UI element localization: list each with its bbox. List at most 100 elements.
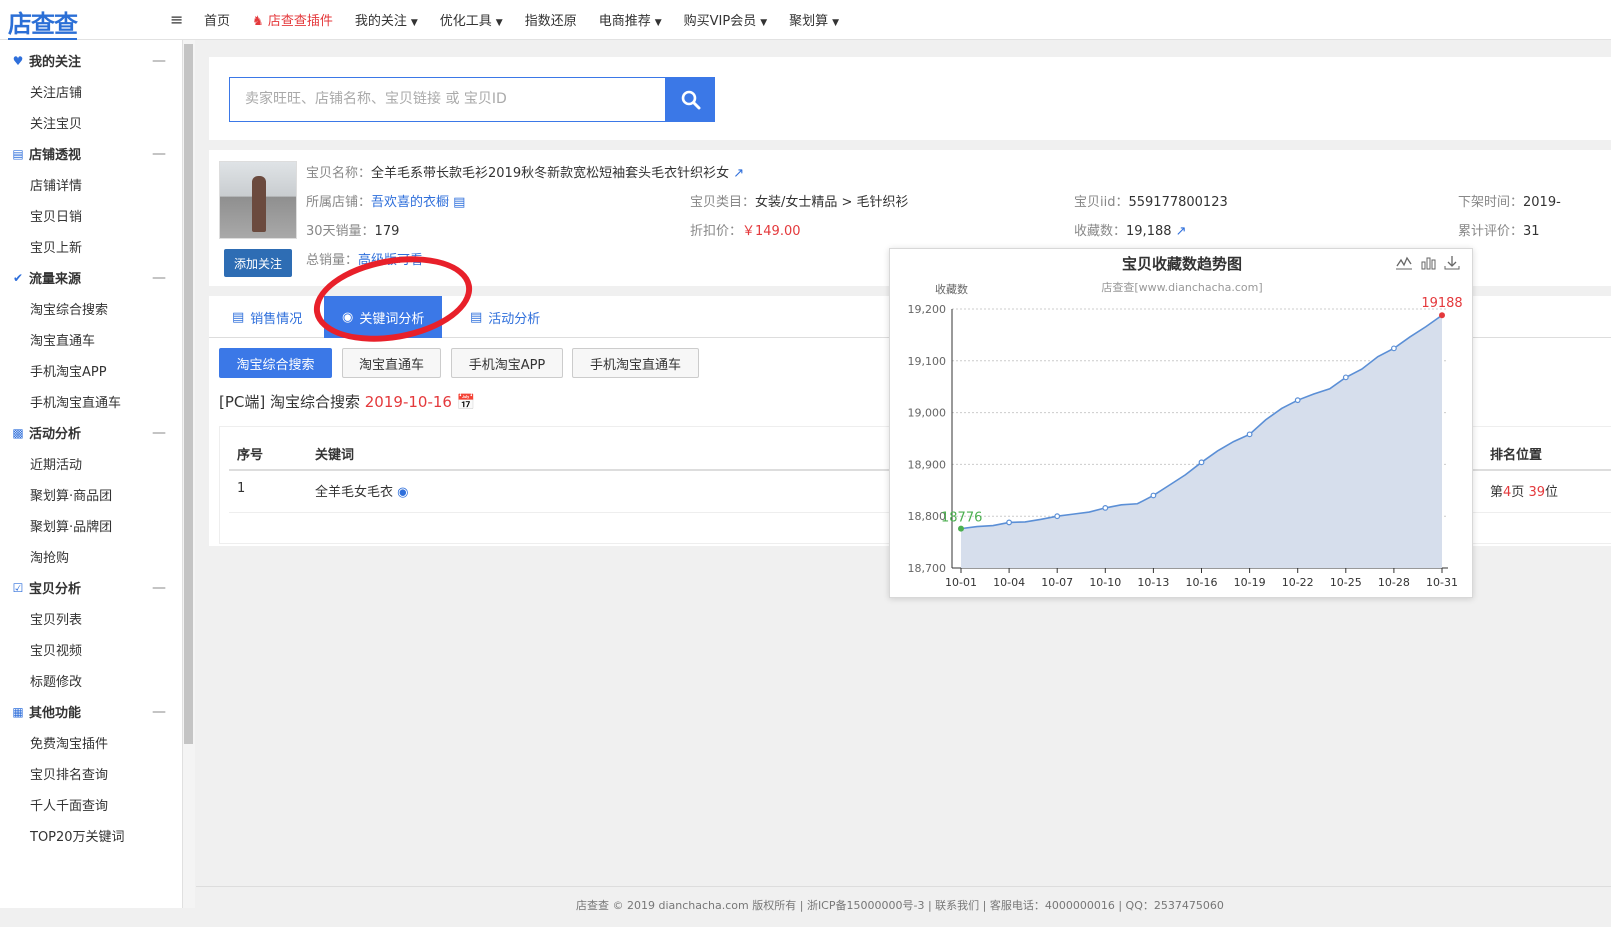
sidebar-item[interactable]: 手机淘宝APP <box>0 355 182 386</box>
sales30-value: 179 <box>374 224 400 239</box>
nav-juhuasuan[interactable]: 聚划算 ▼ <box>789 10 839 29</box>
reviews-value: 31 <box>1523 224 1540 239</box>
download-icon[interactable] <box>1444 255 1460 271</box>
sidebar-item[interactable]: 淘抢购 <box>0 541 182 572</box>
tab-sales[interactable]: ▤ 销售情况 <box>232 296 302 338</box>
collapse-icon[interactable]: — <box>152 146 166 162</box>
sales30-row: 30天销量：179 <box>306 220 399 239</box>
bar-chart-icon: ▩ <box>12 425 24 440</box>
bar-chart-icon[interactable] <box>1420 255 1436 271</box>
calendar-icon[interactable]: 📅 <box>457 393 476 411</box>
total-sales-link[interactable]: 高级版可看 <box>358 253 423 268</box>
sidebar-item[interactable]: 宝贝列表 <box>0 603 182 634</box>
sidebar-item[interactable]: 宝贝视频 <box>0 634 182 665</box>
keyword-info-icon[interactable]: ◉ <box>397 485 408 500</box>
sidebar-item[interactable]: 千人千面查询 <box>0 789 182 820</box>
col-header-rank: 排名位置 <box>1490 448 1543 463</box>
check-circle-icon: ✔ <box>12 270 24 285</box>
discount-row: 折扣价：￥149.00 <box>690 220 801 239</box>
sidebar-item[interactable]: 近期活动 <box>0 448 182 479</box>
nav-plugin[interactable]: ♞ 店查查插件 <box>252 10 333 29</box>
iid-label: 宝贝iid： <box>1074 195 1129 210</box>
sidebar-scrollbar-thumb[interactable] <box>184 44 193 744</box>
shop-icon: ▤ <box>453 195 466 210</box>
nav-optimize-label: 优化工具 <box>439 13 492 29</box>
iid-row: 宝贝iid：559177800123 <box>1074 191 1228 210</box>
sidebar-group-label: 活动分析 <box>29 427 82 442</box>
sidebar-item[interactable]: TOP20万关键词 <box>0 820 182 851</box>
max-point <box>1439 312 1445 319</box>
caret-down-icon: ▼ <box>495 17 503 28</box>
sidebar-group-other[interactable]: ▦ 其他功能 — <box>0 696 182 727</box>
nav-ecommerce[interactable]: 电商推荐 ▼ <box>599 10 662 29</box>
tab-activity[interactable]: ▤ 活动分析 <box>470 296 540 338</box>
sidebar-item[interactable]: 关注店铺 <box>0 76 182 107</box>
shop-link[interactable]: 吾欢喜的衣橱 <box>371 195 449 210</box>
collapse-icon[interactable]: — <box>152 53 166 69</box>
subtab-taobao-search[interactable]: 淘宝综合搜索 <box>219 348 332 378</box>
sidebar-item[interactable]: 淘宝综合搜索 <box>0 293 182 324</box>
subtab-mobile-ztc[interactable]: 手机淘宝直通车 <box>572 348 699 378</box>
tab-keyword-analysis[interactable]: ◉ 关键词分析 <box>324 296 443 338</box>
nav-my-follow-label: 我的关注 <box>354 13 407 29</box>
nav-home[interactable]: 首页 <box>204 10 230 29</box>
chart-ylabel: 收藏数 <box>935 283 968 296</box>
sidebar-group-item-analysis[interactable]: ☑ 宝贝分析 — <box>0 572 182 603</box>
line-chart-icon[interactable] <box>1396 255 1412 271</box>
total-sales-label: 总销量： <box>306 253 359 268</box>
x-tick-label: 10-16 <box>1186 576 1218 589</box>
sidebar-group-my-follow[interactable]: ♥ 我的关注 — <box>0 45 182 76</box>
section-title: [PC端] 淘宝综合搜索 2019-10-16 📅 <box>219 391 475 412</box>
sidebar-item[interactable]: 宝贝上新 <box>0 231 182 262</box>
sidebar-item[interactable]: 宝贝日销 <box>0 200 182 231</box>
trend-chart-icon[interactable]: ↗ <box>1176 224 1187 239</box>
nav-index[interactable]: 指数还原 <box>525 10 577 29</box>
sidebar-group-label: 流量来源 <box>29 272 82 287</box>
sidebar-group-traffic[interactable]: ✔ 流量来源 — <box>0 262 182 293</box>
collapse-icon[interactable]: — <box>152 580 166 596</box>
sidebar-item[interactable]: 标题修改 <box>0 665 182 696</box>
x-tick-label: 10-07 <box>1041 576 1073 589</box>
tab-sales-label: 销售情况 <box>250 311 303 327</box>
top-navbar: 店查查 ≡ 首页 ♞ 店查查插件 我的关注 ▼ 优化工具 ▼ 指数还原 电商推荐 ▼ … <box>0 0 1611 41</box>
sidebar-item[interactable]: 聚划算·商品团 <box>0 479 182 510</box>
series-area <box>961 315 1442 568</box>
sidebar-group-shop[interactable]: ▤ 店铺透视 — <box>0 138 182 169</box>
subtab-taobao-ztc[interactable]: 淘宝直通车 <box>342 348 441 378</box>
sidebar-item[interactable]: 手机淘宝直通车 <box>0 386 182 417</box>
cell-keyword: 全羊毛女毛衣 ◉ <box>315 481 409 500</box>
collapse-icon[interactable]: — <box>152 270 166 286</box>
external-link-icon[interactable]: ↗ <box>733 166 744 181</box>
sidebar-group-activity[interactable]: ▩ 活动分析 — <box>0 417 182 448</box>
subtab-mobile-app[interactable]: 手机淘宝APP <box>451 348 563 378</box>
y-tick-label: 18,900 <box>908 458 947 471</box>
add-follow-button[interactable]: 添加关注 <box>224 249 292 277</box>
sidebar-group-label: 其他功能 <box>29 706 82 721</box>
product-thumbnail[interactable] <box>219 161 297 239</box>
discount-price: ￥149.00 <box>742 224 801 239</box>
x-tick-label: 10-19 <box>1234 576 1266 589</box>
category-label: 宝贝类目： <box>690 195 756 210</box>
site-logo[interactable]: 店查查 <box>8 4 78 41</box>
sidebar-item[interactable]: 关注宝贝 <box>0 107 182 138</box>
nav-ecommerce-label: 电商推荐 <box>598 13 651 29</box>
nav-my-follow[interactable]: 我的关注 ▼ <box>355 10 418 29</box>
data-point <box>1391 345 1397 352</box>
sidebar-item[interactable]: 免费淘宝插件 <box>0 727 182 758</box>
sidebar-item[interactable]: 淘宝直通车 <box>0 324 182 355</box>
collapse-icon[interactable]: — <box>152 704 166 720</box>
sidebar-item[interactable]: 宝贝排名查询 <box>0 758 182 789</box>
fav-row: 收藏数：19,188 ↗ <box>1074 220 1187 239</box>
search-button[interactable] <box>666 77 715 122</box>
search-input[interactable]: 卖家旺旺、店铺名称、宝贝链接 或 宝贝ID <box>229 77 666 122</box>
nav-vip[interactable]: 购买VIP会员 ▼ <box>684 10 768 29</box>
y-tick-label: 19,100 <box>908 355 947 368</box>
sidebar-item[interactable]: 店铺详情 <box>0 169 182 200</box>
sidebar-item[interactable]: 聚划算·品牌团 <box>0 510 182 541</box>
nav-optimize[interactable]: 优化工具 ▼ <box>440 10 503 29</box>
caret-down-icon: ▼ <box>760 17 768 28</box>
x-tick-label: 10-31 <box>1426 576 1458 589</box>
product-name: 全羊毛系带长款毛衫2019秋冬新款宽松短袖套头毛衣针织衫女 <box>371 166 730 181</box>
menu-toggle-icon[interactable]: ≡ <box>170 10 183 29</box>
collapse-icon[interactable]: — <box>152 425 166 441</box>
